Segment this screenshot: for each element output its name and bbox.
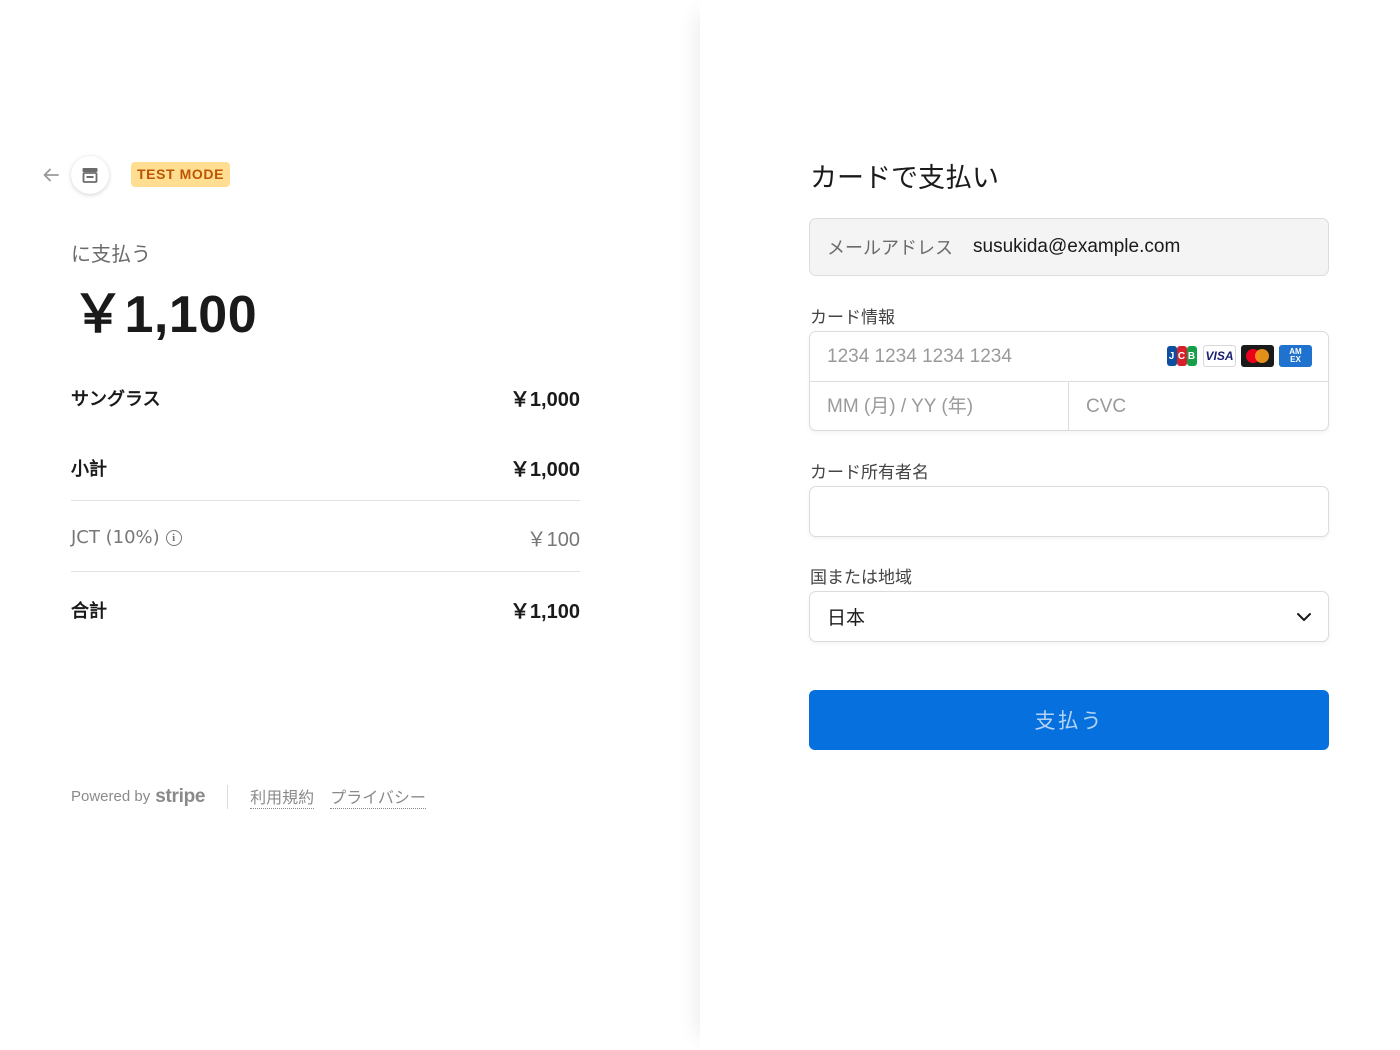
country-value: 日本 [827, 607, 866, 629]
total-value: ￥1,100 [509, 601, 580, 623]
divider [71, 571, 580, 572]
powered-by-label: Powered by [71, 788, 151, 805]
footer-separator [227, 784, 229, 809]
stripe-logo: stripe [155, 785, 206, 807]
line-item-name: サングラス [71, 388, 161, 410]
order-summary-panel: TEST MODE に支払う ￥1,100 サングラス ￥1,000 小計 ￥1… [0, 0, 700, 1050]
terms-link[interactable]: 利用規約 [250, 784, 315, 809]
cardholder-label: カード所有者名 [810, 463, 929, 483]
country-label: 国または地域 [810, 568, 912, 588]
tax-value: ￥100 [526, 529, 580, 551]
email-value: susukida@example.com [973, 236, 1181, 257]
email-label: メールアドレス [827, 238, 953, 259]
footer: Powered by stripe 利用規約 プライバシー [71, 784, 442, 809]
privacy-link[interactable]: プライバシー [330, 784, 426, 809]
payment-form-panel: カードで支払い メールアドレス susukida@example.com カード… [700, 0, 1400, 1050]
card-input-group: JCB VISA AMEX [809, 331, 1329, 431]
subtotal-value: ￥1,000 [509, 459, 580, 481]
mastercard-icon [1241, 345, 1274, 367]
tax-label: JCT (10%) [71, 527, 160, 548]
line-item-price: ￥1,000 [509, 389, 580, 411]
amex-icon: AM EX [1279, 345, 1312, 367]
total-row: 合計 ￥1,100 [71, 595, 580, 624]
storefront-icon [82, 168, 98, 183]
card-brand-logos: JCB VISA AM EX [1165, 345, 1312, 367]
powered-by-stripe[interactable]: Powered by stripe [71, 786, 205, 808]
subtotal-label: 小計 [71, 458, 107, 480]
chevron-down-icon [1297, 612, 1311, 621]
card-cvc-input[interactable] [1069, 382, 1328, 431]
tax-row: JCT (10%) i ￥100 [71, 523, 580, 552]
email-field[interactable]: メールアドレス susukida@example.com [809, 218, 1329, 276]
total-amount: ￥1,100 [72, 286, 258, 344]
pay-button[interactable]: 支払う [809, 690, 1329, 750]
pay-to-label: に支払う [71, 242, 151, 266]
card-expiry-input[interactable] [810, 382, 1069, 431]
subtotal-row: 小計 ￥1,000 [71, 453, 580, 482]
card-info-label: カード情報 [810, 308, 895, 328]
cardholder-name-input[interactable] [809, 486, 1329, 537]
visa-icon: VISA [1203, 345, 1236, 367]
form-title: カードで支払い [810, 163, 999, 194]
back-button[interactable] [38, 162, 64, 188]
info-icon[interactable]: i [165, 529, 182, 546]
store-icon[interactable] [71, 156, 109, 194]
jcb-icon: JCB [1165, 345, 1198, 367]
country-select[interactable]: 日本 [809, 591, 1329, 642]
arrow-left-icon [43, 168, 59, 182]
test-mode-badge: TEST MODE [131, 162, 231, 187]
divider [71, 500, 580, 501]
total-label: 合計 [71, 600, 107, 622]
line-item: サングラス ￥1,000 [71, 383, 580, 412]
